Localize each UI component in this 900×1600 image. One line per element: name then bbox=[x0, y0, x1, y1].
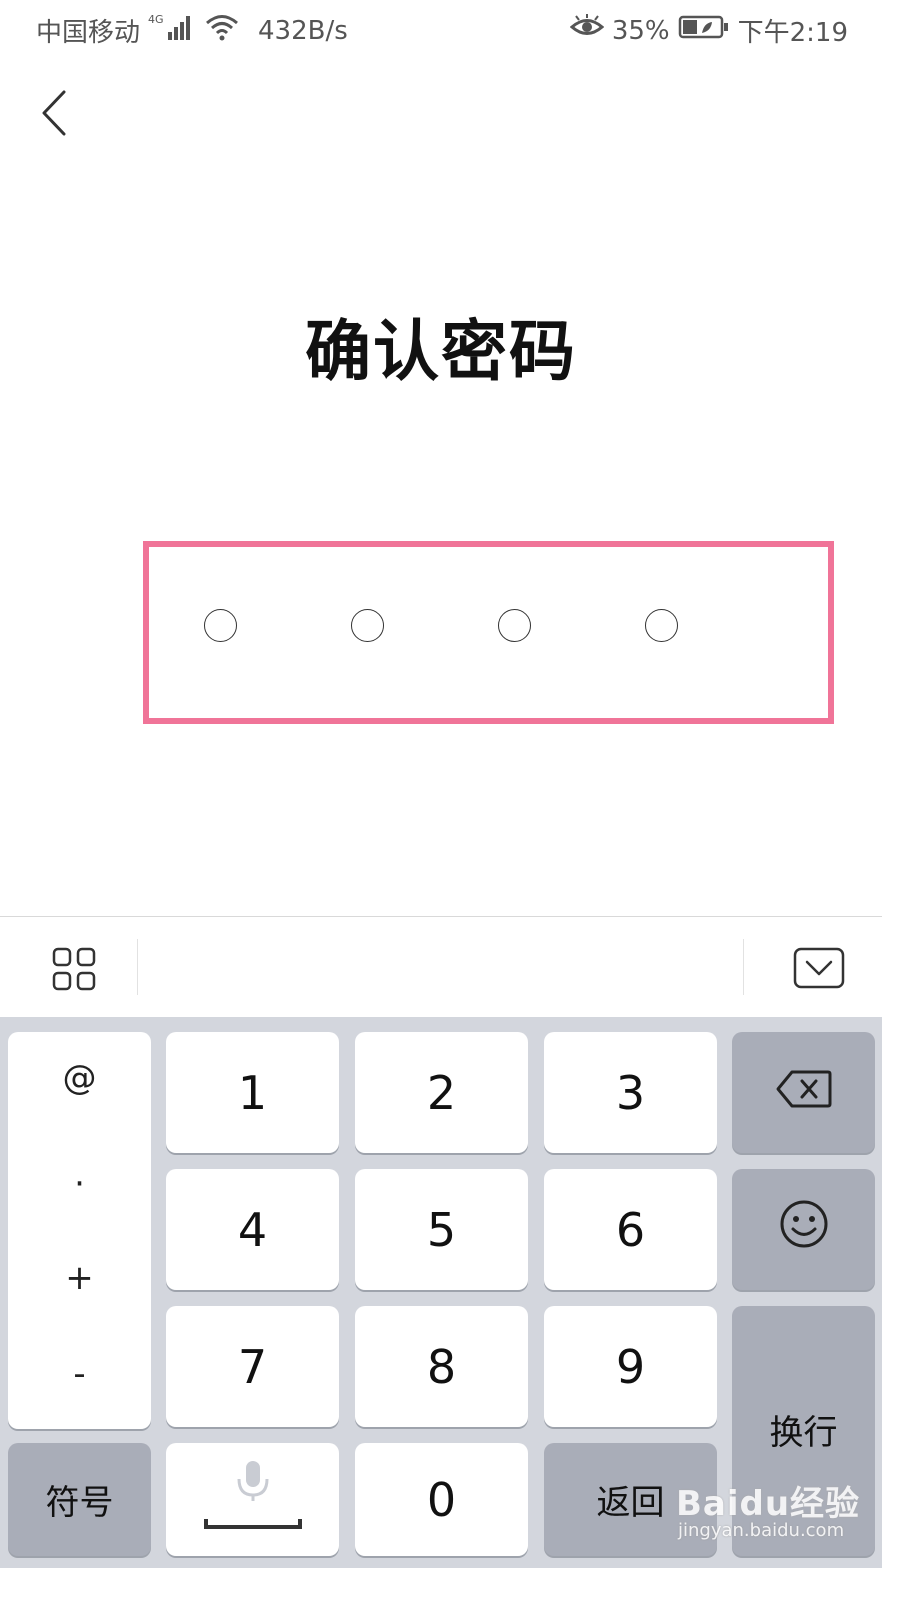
status-left: 中国移动 4G 432B/s bbox=[36, 12, 348, 49]
toolbar-divider bbox=[743, 939, 744, 995]
key-6[interactable]: 6 bbox=[544, 1169, 717, 1290]
newline-key-label: 换行 bbox=[769, 1412, 838, 1453]
watermark-logo: Baidu经验 bbox=[676, 1484, 861, 1524]
carrier-label: 中国移动 bbox=[36, 18, 141, 48]
keyboard-menu-button[interactable] bbox=[52, 947, 96, 995]
hide-keyboard-icon bbox=[793, 947, 845, 993]
status-right: 35% 下午2:19 bbox=[569, 12, 848, 49]
symbol-key-minus[interactable]: - bbox=[8, 1354, 151, 1394]
eye-care-icon bbox=[569, 14, 604, 47]
key-0[interactable]: 0 bbox=[355, 1443, 528, 1556]
wifi-icon bbox=[204, 12, 240, 49]
battery-percent: 35% bbox=[611, 15, 670, 46]
battery-icon bbox=[678, 14, 730, 47]
symbol-switch-key[interactable]: 符号 bbox=[8, 1443, 151, 1556]
symbol-switch-label: 符号 bbox=[45, 1483, 114, 1523]
backspace-icon bbox=[776, 1066, 832, 1120]
network-speed: 432B/s bbox=[258, 15, 348, 46]
key-1[interactable]: 1 bbox=[166, 1032, 339, 1153]
space-key[interactable] bbox=[166, 1443, 339, 1556]
return-key-label: 返回 bbox=[596, 1483, 665, 1523]
network-badge: 4G bbox=[148, 13, 164, 26]
key-3[interactable]: 3 bbox=[544, 1032, 717, 1153]
back-button[interactable] bbox=[32, 82, 80, 142]
pin-dot bbox=[351, 609, 384, 642]
toolbar-divider bbox=[137, 939, 138, 995]
pin-input-highlight[interactable] bbox=[143, 541, 834, 724]
symbol-key-at[interactable]: @ bbox=[8, 1058, 151, 1098]
symbol-key-dot[interactable]: · bbox=[8, 1164, 151, 1204]
page-title: 确认密码 bbox=[305, 313, 577, 390]
signal-icon: 4G bbox=[148, 12, 196, 49]
key-5[interactable]: 5 bbox=[355, 1169, 528, 1290]
baidu-watermark: Baidu经验 jingyan.baidu.com bbox=[676, 1476, 876, 1556]
backspace-key[interactable] bbox=[732, 1032, 875, 1153]
microphone-icon bbox=[203, 1449, 303, 1550]
chevron-left-icon bbox=[32, 90, 80, 146]
pin-dot bbox=[498, 609, 531, 642]
key-7[interactable]: 7 bbox=[166, 1306, 339, 1427]
watermark-url: jingyan.baidu.com bbox=[678, 1520, 845, 1541]
hide-keyboard-button[interactable] bbox=[793, 947, 845, 993]
pin-dot bbox=[645, 609, 678, 642]
symbol-key-plus[interactable]: + bbox=[8, 1258, 151, 1298]
pin-dot bbox=[204, 609, 237, 642]
status-bar: 中国移动 4G 432B/s 35% 下午2:19 bbox=[0, 0, 882, 62]
key-2[interactable]: 2 bbox=[355, 1032, 528, 1153]
key-8[interactable]: 8 bbox=[355, 1306, 528, 1427]
grid-icon bbox=[52, 947, 96, 995]
emoji-icon bbox=[779, 1199, 829, 1260]
key-4[interactable]: 4 bbox=[166, 1169, 339, 1290]
clock: 下午2:19 bbox=[737, 18, 848, 48]
keyboard-toolbar bbox=[0, 916, 882, 1017]
emoji-key[interactable] bbox=[732, 1169, 875, 1290]
key-9[interactable]: 9 bbox=[544, 1306, 717, 1427]
